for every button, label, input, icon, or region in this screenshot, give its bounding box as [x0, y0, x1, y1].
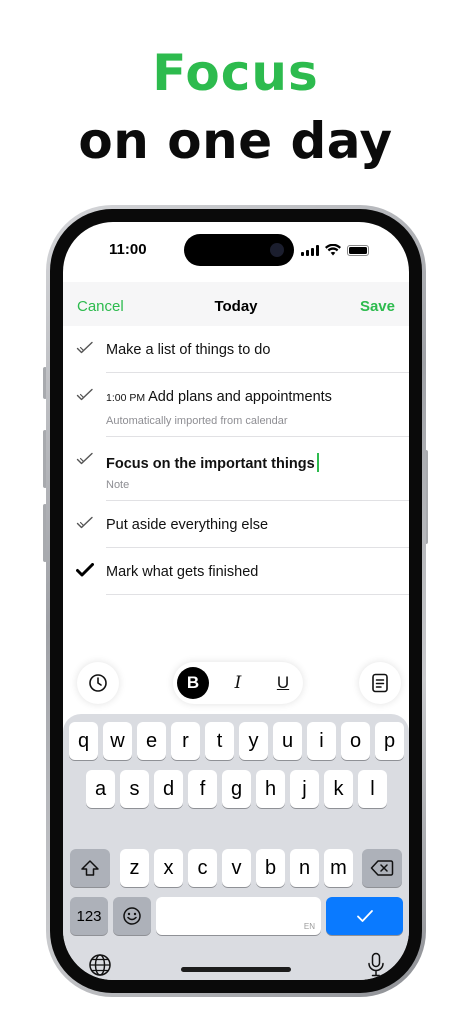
- key-s[interactable]: s: [120, 770, 149, 808]
- key-k[interactable]: k: [324, 770, 353, 808]
- front-camera: [270, 243, 284, 257]
- double-check-icon[interactable]: [76, 341, 94, 355]
- wifi-icon: [325, 244, 341, 256]
- task-row-done[interactable]: Mark what gets finished: [63, 548, 409, 595]
- underline-button[interactable]: U: [267, 667, 299, 699]
- note-button[interactable]: [359, 662, 401, 704]
- cellular-signal-icon: [301, 244, 319, 256]
- format-toolbar: B I U: [63, 662, 409, 706]
- key-c[interactable]: c: [188, 849, 217, 887]
- checkmark-filled-icon[interactable]: [76, 563, 94, 577]
- space-key[interactable]: EN: [156, 897, 321, 935]
- key-j[interactable]: j: [290, 770, 319, 808]
- key-m[interactable]: m: [324, 849, 353, 887]
- status-time: 11:00: [109, 241, 147, 258]
- note-icon: [372, 673, 388, 693]
- double-check-icon[interactable]: [76, 388, 94, 402]
- task-note-field[interactable]: Note: [106, 479, 129, 491]
- key-q[interactable]: q: [69, 722, 98, 760]
- phone-screen: 11:00 Cancel Today Save Make a list of t…: [63, 222, 409, 980]
- key-l[interactable]: l: [358, 770, 387, 808]
- double-check-icon[interactable]: [76, 452, 94, 466]
- key-p[interactable]: p: [375, 722, 404, 760]
- text-format-group: B I U: [173, 662, 303, 704]
- key-y[interactable]: y: [239, 722, 268, 760]
- phone-bezel: 11:00 Cancel Today Save Make a list of t…: [50, 209, 422, 993]
- key-r[interactable]: r: [171, 722, 200, 760]
- dictation-key[interactable]: [361, 950, 391, 980]
- dynamic-island: [184, 234, 294, 266]
- status-icons: [301, 244, 369, 256]
- key-z[interactable]: z: [120, 849, 149, 887]
- headline-focus: Focus: [152, 44, 319, 102]
- task-row[interactable]: 1:00 PM Add plans and appointments Automa…: [63, 373, 409, 437]
- task-row[interactable]: Put aside everything else: [63, 501, 409, 548]
- key-e[interactable]: e: [137, 722, 166, 760]
- shift-icon: [81, 860, 99, 876]
- globe-icon: [89, 954, 111, 976]
- key-h[interactable]: h: [256, 770, 285, 808]
- key-f[interactable]: f: [188, 770, 217, 808]
- key-n[interactable]: n: [290, 849, 319, 887]
- text-cursor: [316, 453, 319, 472]
- task-time: 1:00 PM: [106, 392, 146, 404]
- space-language-label: EN: [303, 922, 315, 931]
- task-title-text: Add plans and appointments: [148, 389, 332, 405]
- emoji-key[interactable]: [113, 897, 151, 935]
- key-b[interactable]: b: [256, 849, 285, 887]
- task-list: Make a list of things to do 1:00 PM Add p…: [63, 326, 409, 595]
- globe-key[interactable]: [85, 950, 115, 980]
- task-title: Make a list of things to do: [106, 342, 271, 358]
- cancel-button[interactable]: Cancel: [77, 298, 124, 315]
- phone-frame: 11:00 Cancel Today Save Make a list of t…: [46, 205, 426, 997]
- italic-button[interactable]: I: [222, 667, 254, 699]
- key-d[interactable]: d: [154, 770, 183, 808]
- row-divider: [106, 594, 409, 595]
- key-v[interactable]: v: [222, 849, 251, 887]
- microphone-icon: [368, 952, 384, 977]
- task-title-text: Focus on the important things: [106, 456, 315, 472]
- key-o[interactable]: o: [341, 722, 370, 760]
- emoji-icon: [123, 907, 141, 925]
- task-row-editing[interactable]: Focus on the important things Note: [63, 437, 409, 501]
- key-u[interactable]: u: [273, 722, 302, 760]
- home-indicator[interactable]: [181, 967, 291, 972]
- task-subtitle: Automatically imported from calendar: [106, 415, 288, 427]
- task-title: 1:00 PM Add plans and appointments: [106, 389, 332, 405]
- done-key[interactable]: [326, 897, 403, 935]
- task-title: Mark what gets finished: [106, 564, 259, 580]
- numbers-key[interactable]: 123: [70, 897, 108, 935]
- backspace-icon: [370, 860, 394, 876]
- bold-button[interactable]: B: [177, 667, 209, 699]
- task-row[interactable]: Make a list of things to do: [63, 326, 409, 373]
- key-g[interactable]: g: [222, 770, 251, 808]
- clock-icon: [89, 674, 107, 692]
- save-button[interactable]: Save: [360, 298, 395, 315]
- backspace-key[interactable]: [362, 849, 402, 887]
- checkmark-icon: [356, 910, 373, 922]
- battery-icon: [347, 244, 369, 256]
- key-a[interactable]: a: [86, 770, 115, 808]
- navigation-bar: Cancel Today Save: [63, 282, 409, 326]
- task-title: Put aside everything else: [106, 517, 269, 533]
- key-i[interactable]: i: [307, 722, 336, 760]
- status-bar: 11:00: [63, 222, 409, 282]
- headline-subtitle: on one day: [78, 112, 393, 170]
- key-w[interactable]: w: [103, 722, 132, 760]
- double-check-icon[interactable]: [76, 516, 94, 530]
- key-t[interactable]: t: [205, 722, 234, 760]
- key-x[interactable]: x: [154, 849, 183, 887]
- shift-key[interactable]: [70, 849, 110, 887]
- time-button[interactable]: [77, 662, 119, 704]
- task-title-input[interactable]: Focus on the important things: [106, 453, 319, 472]
- keyboard: qwertyuiop asdfghjkl zxcvbnm 123 EN: [63, 714, 409, 980]
